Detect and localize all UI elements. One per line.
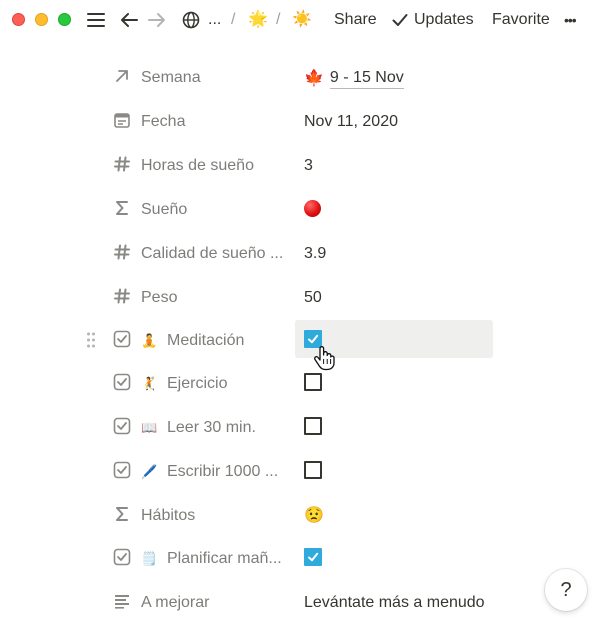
property-label[interactable]: Escribir 1000 ... [167, 462, 278, 482]
maximize-window-button[interactable] [58, 13, 71, 26]
checkbox-unchecked[interactable] [304, 417, 322, 435]
property-row-semana: Semana 🍁 9 - 15 Nov [0, 56, 600, 100]
favorite-button[interactable]: Favorite [492, 10, 550, 30]
breadcrumb-separator: / [231, 11, 236, 28]
checkbox-checked[interactable] [304, 548, 322, 566]
more-options-button[interactable]: ••• [564, 10, 577, 30]
top-bar: ... / 🌟 / ☀️ Share Updates Favorite ••• [0, 0, 600, 40]
breadcrumb-star-page[interactable]: 🌟 [248, 10, 268, 30]
property-label[interactable]: Fecha [141, 112, 185, 132]
property-label[interactable]: Hábitos [141, 506, 195, 526]
help-button[interactable]: ? [545, 569, 587, 611]
property-row-leer: 📖 Leer 30 min. [0, 406, 600, 450]
breadcrumb-sun-page[interactable]: ☀️ [292, 10, 312, 30]
back-arrow-icon[interactable] [118, 8, 140, 32]
number-icon [112, 154, 132, 174]
relation-link[interactable]: 9 - 15 Nov [329, 68, 404, 89]
property-label[interactable]: Ejercicio [167, 374, 227, 394]
calendar-icon [112, 110, 132, 130]
property-label[interactable]: Horas de sueño [141, 156, 254, 176]
date-value[interactable]: Nov 11, 2020 [304, 112, 398, 132]
worried-face-icon: 😟 [304, 507, 324, 524]
exercise-emoji-icon: 🤾 [141, 376, 158, 391]
checkbox-property-icon [112, 547, 132, 567]
property-row-peso: Peso 50 [0, 276, 600, 320]
arrow-up-right-icon [112, 66, 132, 86]
property-label[interactable]: Peso [141, 288, 177, 308]
breadcrumb-separator: / [276, 11, 281, 28]
property-row-sueno: Sueño [0, 188, 600, 232]
forward-arrow-icon[interactable] [146, 8, 168, 32]
checkbox-property-icon [112, 416, 132, 436]
maple-leaf-icon: 🍁 [304, 69, 324, 87]
formula-icon [112, 504, 132, 524]
breadcrumb-ellipsis[interactable]: ... [208, 10, 221, 30]
text-value[interactable]: Levántate más a menudo [304, 593, 485, 613]
number-icon [112, 242, 132, 262]
number-icon [112, 286, 132, 306]
notepad-emoji-icon: 🗒️ [141, 551, 158, 566]
checkbox-property-icon [112, 372, 132, 392]
minimize-window-button[interactable] [35, 13, 48, 26]
property-row-escribir: 🖊️ Escribir 1000 ... [0, 450, 600, 494]
updates-button[interactable]: Updates [414, 10, 474, 30]
red-circle-icon [304, 200, 321, 217]
property-row-habitos: Hábitos 😟 [0, 494, 600, 538]
checkbox-property-icon [112, 460, 132, 480]
property-row-ejercicio: 🤾 Ejercicio [0, 362, 600, 406]
property-row-a-mejorar: A mejorar Levántate más a menudo [0, 581, 600, 625]
checkbox-unchecked[interactable] [304, 461, 322, 479]
property-row-horas-de-sueno: Horas de sueño 3 [0, 144, 600, 188]
formula-icon [112, 198, 132, 218]
property-label[interactable]: Sueño [141, 200, 187, 220]
drag-handle-icon[interactable] [86, 331, 96, 349]
hand-pointer-cursor-icon [313, 345, 335, 371]
property-row-meditacion: 🧘 Meditación [0, 319, 600, 363]
property-label[interactable]: Leer 30 min. [167, 418, 256, 438]
text-lines-icon [112, 591, 132, 611]
property-row-planificar: 🗒️ Planificar mañ... [0, 537, 600, 581]
property-row-calidad-de-sueno: Calidad de sueño ... 3.9 [0, 232, 600, 276]
relation-value[interactable]: 🍁 9 - 15 Nov [304, 68, 404, 89]
property-label[interactable]: Planificar mañ... [167, 549, 282, 569]
property-label[interactable]: Calidad de sueño ... [141, 244, 283, 264]
number-value[interactable]: 3 [304, 156, 313, 176]
number-value[interactable]: 3.9 [304, 244, 326, 264]
property-label[interactable]: Meditación [167, 331, 244, 351]
property-label[interactable]: A mejorar [141, 593, 209, 613]
pen-emoji-icon: 🖊️ [141, 464, 158, 479]
number-value[interactable]: 50 [304, 288, 322, 308]
property-label[interactable]: Semana [141, 68, 201, 88]
share-button[interactable]: Share [334, 10, 377, 30]
close-window-button[interactable] [12, 13, 25, 26]
checkbox-unchecked[interactable] [304, 373, 322, 391]
globe-icon[interactable] [180, 8, 202, 32]
checkbox-property-icon [112, 329, 132, 349]
checkmark-icon [390, 8, 410, 32]
sidebar-menu-icon[interactable] [85, 8, 107, 32]
book-emoji-icon: 📖 [141, 420, 158, 435]
meditation-emoji-icon: 🧘 [141, 333, 158, 348]
property-row-fecha: Fecha Nov 11, 2020 [0, 100, 600, 144]
